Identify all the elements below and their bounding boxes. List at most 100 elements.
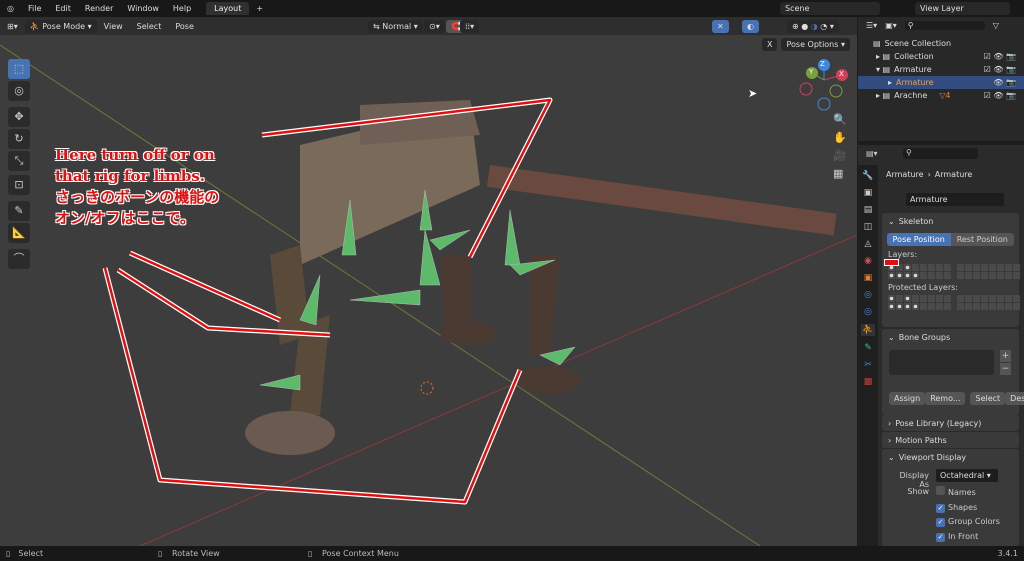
bone-constraints-tab-icon[interactable]: ✂ bbox=[864, 360, 872, 370]
layer-toggle[interactable] bbox=[957, 272, 964, 279]
motion-paths-panel[interactable]: › Motion Paths bbox=[882, 432, 1019, 448]
display-as-dropdown[interactable]: Octahedral ▾ bbox=[936, 469, 998, 482]
layer-toggle[interactable] bbox=[936, 264, 943, 271]
deselect-button[interactable]: Desel... bbox=[1005, 392, 1024, 405]
measure-tool-icon[interactable]: 📐 bbox=[8, 223, 30, 243]
add-workspace-button[interactable]: + bbox=[249, 4, 270, 13]
layer-toggle[interactable] bbox=[981, 264, 988, 271]
gizmo-z-label[interactable]: Z bbox=[820, 60, 825, 68]
layer-toggle[interactable] bbox=[912, 303, 919, 310]
filter-icon[interactable]: ▽ bbox=[993, 21, 999, 30]
layer-toggle[interactable] bbox=[912, 272, 919, 279]
bone-tab-icon[interactable]: ✎ bbox=[864, 343, 872, 353]
pose-position-button[interactable]: Pose Position bbox=[887, 233, 951, 246]
layer-toggle[interactable] bbox=[896, 272, 903, 279]
layer-toggle[interactable] bbox=[944, 264, 951, 271]
pan-hand-icon[interactable]: ✋ bbox=[833, 131, 847, 144]
texture-tab-icon[interactable]: ▩ bbox=[864, 377, 873, 387]
layer-toggle[interactable] bbox=[965, 272, 972, 279]
shapes-checkbox[interactable]: ✓ Shapes bbox=[936, 501, 1000, 516]
menu-render[interactable]: Render bbox=[78, 4, 120, 13]
outliner-row[interactable]: ▸ ▤ Collection ☑ 👁 📷 bbox=[858, 50, 1024, 63]
visibility-icons[interactable]: 👁 📷 bbox=[993, 78, 1016, 87]
cursor-tool-icon[interactable]: ◎ bbox=[8, 81, 30, 101]
visibility-icons[interactable]: ☑ 👁 📷 bbox=[984, 52, 1016, 61]
layer-toggle[interactable] bbox=[904, 272, 911, 279]
output-tab-icon[interactable]: ▤ bbox=[864, 205, 873, 215]
3d-viewport[interactable]: Z Y X X Pose Options ▾ ⬚ ◎ ✥ ↻ ⤡ ⊡ ✎ 📐 ⌒… bbox=[0, 35, 857, 546]
layer-toggle[interactable] bbox=[936, 272, 943, 279]
layer-toggle[interactable] bbox=[904, 303, 911, 310]
view-layer-selector[interactable]: View Layer bbox=[915, 2, 1010, 15]
pose-library-panel[interactable]: › Pose Library (Legacy) bbox=[882, 415, 1019, 431]
protected-layers-grid[interactable] bbox=[882, 295, 1020, 310]
layer-toggle[interactable] bbox=[957, 264, 964, 271]
menu-edit[interactable]: Edit bbox=[48, 4, 78, 13]
layer-toggle[interactable] bbox=[928, 272, 935, 279]
layer-toggle[interactable] bbox=[973, 295, 980, 302]
layer-toggle[interactable] bbox=[989, 295, 996, 302]
properties-search[interactable]: ⚲ bbox=[903, 148, 978, 159]
layer-toggle[interactable] bbox=[1005, 272, 1012, 279]
view-layer-tab-icon[interactable]: ◫ bbox=[864, 222, 873, 232]
layer-toggle[interactable] bbox=[896, 295, 903, 302]
layer-toggle[interactable] bbox=[989, 264, 996, 271]
layer-toggle[interactable] bbox=[1005, 295, 1012, 302]
group-colors-checkbox[interactable]: ✓ Group Colors bbox=[936, 515, 1000, 530]
scene-selector[interactable]: Scene bbox=[780, 2, 880, 15]
layer-toggle[interactable] bbox=[1013, 264, 1020, 271]
layer-toggle[interactable] bbox=[944, 295, 951, 302]
layer-toggle[interactable] bbox=[920, 303, 927, 310]
rest-position-button[interactable]: Rest Position bbox=[950, 233, 1014, 246]
transform-tool-icon[interactable]: ⊡ bbox=[8, 175, 30, 195]
layer-toggle[interactable] bbox=[973, 303, 980, 310]
constraints-tab-icon[interactable]: ◎ bbox=[864, 290, 872, 300]
remove-button[interactable]: Remo... bbox=[925, 392, 966, 405]
layer-toggle[interactable] bbox=[888, 272, 895, 279]
layer-toggle[interactable] bbox=[896, 303, 903, 310]
physics-tab-icon[interactable]: ◎ bbox=[864, 307, 872, 317]
layer-toggle[interactable] bbox=[989, 272, 996, 279]
menu-pose[interactable]: Pose bbox=[168, 22, 201, 31]
layer-toggle[interactable] bbox=[997, 303, 1004, 310]
add-bone-group-button[interactable]: + bbox=[1000, 350, 1011, 362]
layer-toggle[interactable] bbox=[1013, 295, 1020, 302]
layer-toggle[interactable] bbox=[888, 303, 895, 310]
move-tool-icon[interactable]: ✥ bbox=[8, 107, 30, 127]
pose-options-dropdown[interactable]: Pose Options ▾ bbox=[781, 38, 850, 51]
menu-view[interactable]: View bbox=[97, 22, 130, 31]
in-front-checkbox[interactable]: ✓ In Front bbox=[936, 530, 1000, 545]
layer-toggle[interactable] bbox=[997, 264, 1004, 271]
layers-grid[interactable] bbox=[882, 264, 1020, 279]
layer-toggle[interactable] bbox=[965, 264, 972, 271]
layer-toggle[interactable] bbox=[973, 272, 980, 279]
layer-toggle[interactable] bbox=[981, 303, 988, 310]
scale-tool-icon[interactable]: ⤡ bbox=[8, 151, 30, 171]
menu-select[interactable]: Select bbox=[130, 22, 169, 31]
layer-toggle[interactable] bbox=[965, 295, 972, 302]
menu-help[interactable]: Help bbox=[166, 4, 198, 13]
layer-toggle[interactable] bbox=[928, 295, 935, 302]
layer-toggle[interactable] bbox=[904, 264, 911, 271]
names-checkbox[interactable]: Names bbox=[936, 486, 1000, 501]
overlay-toggle-icon[interactable]: ◐ bbox=[742, 19, 759, 33]
layer-toggle[interactable] bbox=[888, 264, 895, 271]
layer-toggle[interactable] bbox=[920, 264, 927, 271]
pose-relax-tool-icon[interactable]: ⌒ bbox=[8, 249, 30, 269]
layer-toggle[interactable] bbox=[1005, 264, 1012, 271]
transform-orientation[interactable]: ⇆ Normal ▾ bbox=[368, 19, 423, 33]
armature-data-tab-icon[interactable]: ⛹ bbox=[861, 324, 875, 336]
filter-view-icon[interactable]: ▣▾ bbox=[885, 21, 897, 30]
gizmo-toggle-icon[interactable]: ✕ bbox=[712, 19, 729, 33]
annotate-tool-icon[interactable]: ✎ bbox=[8, 201, 30, 221]
rotate-tool-icon[interactable]: ↻ bbox=[8, 129, 30, 149]
visibility-icons[interactable]: ☑ 👁 📷 bbox=[984, 65, 1016, 74]
layer-toggle[interactable] bbox=[928, 264, 935, 271]
camera-icon[interactable]: 🎥 bbox=[833, 149, 847, 162]
skeleton-header[interactable]: ⌄ Skeleton bbox=[882, 213, 1019, 229]
object-tab-icon[interactable]: ▣ bbox=[864, 273, 873, 283]
select-button[interactable]: Select bbox=[970, 392, 1006, 405]
tool-tab-icon[interactable]: 🔧 bbox=[862, 171, 873, 181]
shading-modes[interactable]: ⊕ ● ◑ ◔ ▾ bbox=[787, 19, 839, 33]
render-tab-icon[interactable]: ▣ bbox=[864, 188, 873, 198]
